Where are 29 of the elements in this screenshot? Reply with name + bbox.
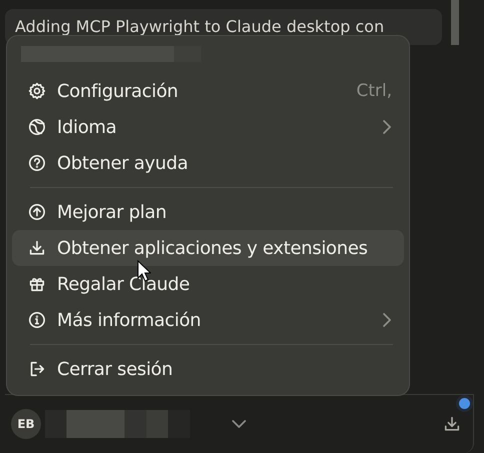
menu-item-label: Mejorar plan	[57, 202, 166, 222]
gift-icon	[28, 275, 46, 293]
menu-item[interactable]: Obtener aplicaciones y extensiones	[12, 230, 404, 266]
settings-icon	[28, 82, 46, 100]
download-icon	[443, 415, 461, 433]
menu-item-label: Más información	[57, 310, 201, 330]
menu-item[interactable]: Idioma	[12, 109, 404, 145]
menu-item-label: Regalar Claude	[57, 274, 190, 294]
menu-item[interactable]: Obtener ayuda	[12, 145, 404, 181]
chevron-down-icon	[232, 420, 246, 428]
menu-item[interactable]: Cerrar sesión	[12, 351, 404, 387]
scrollbar-thumb[interactable]	[451, 0, 459, 45]
help-icon	[28, 154, 46, 172]
menu-item-label: Cerrar sesión	[57, 358, 173, 380]
menu-item-label: Configuración	[57, 80, 178, 102]
menu-item-label: Idioma	[57, 116, 117, 138]
menu-item[interactable]: Configuración Ctrl,	[12, 73, 404, 109]
menu-item[interactable]: Regalar Claude	[12, 266, 404, 302]
globe-icon	[28, 118, 46, 136]
info-icon	[28, 311, 46, 329]
menu-item[interactable]: Mejorar plan	[12, 194, 404, 230]
up-arrow-circle-icon	[28, 203, 46, 221]
menu-item-label: Obtener aplicaciones y extensiones	[57, 238, 368, 258]
menu-item-label: Obtener ayuda	[57, 152, 188, 174]
download-icon	[28, 239, 46, 257]
keyboard-shortcut: Ctrl,	[356, 81, 392, 101]
logout-icon	[28, 360, 46, 378]
avatar[interactable]: EB	[11, 409, 41, 439]
menu-item[interactable]: Más información	[12, 302, 404, 338]
